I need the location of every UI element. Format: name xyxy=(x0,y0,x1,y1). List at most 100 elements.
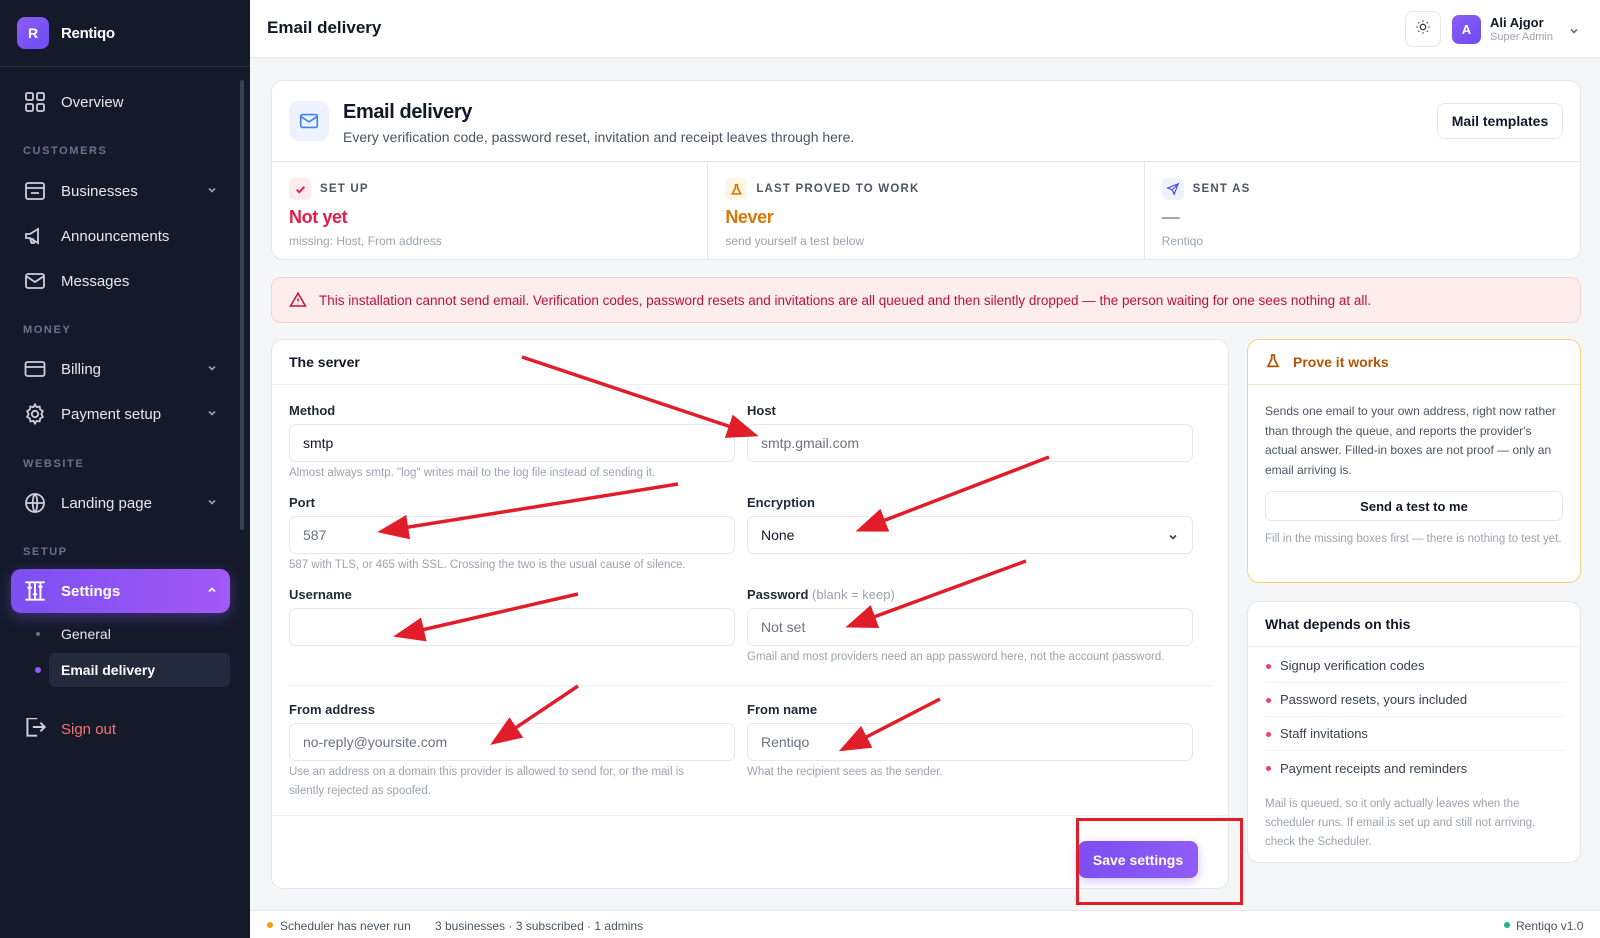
section-setup: SETUP xyxy=(23,546,68,558)
sidebar-item-overview[interactable]: Overview xyxy=(11,80,230,124)
send-icon xyxy=(1161,178,1184,200)
chevron-down-icon xyxy=(206,361,218,378)
chevron-down-icon xyxy=(1167,530,1179,546)
sidebar-item-announcements[interactable]: Announcements xyxy=(11,214,230,258)
port-input[interactable]: 587 xyxy=(289,516,735,554)
stat-label: SENT AS xyxy=(1192,183,1251,195)
stat-note: send yourself a test below xyxy=(725,234,865,248)
sidebar-item-label: Billing xyxy=(61,360,102,378)
stat-setup: SET UP Not yet missing: Host, From addre… xyxy=(272,162,709,260)
sun-icon xyxy=(1415,19,1431,40)
sidebar-item-label: Messages xyxy=(61,272,130,290)
password-label-text: Password xyxy=(747,587,809,602)
globe-icon xyxy=(22,490,48,516)
page-title: Email delivery xyxy=(267,18,382,37)
username-input[interactable] xyxy=(289,608,735,646)
port-hint: 587 with TLS, or 465 with SSL. Crossing … xyxy=(289,559,686,571)
user-name[interactable]: Ali Ajgor xyxy=(1490,15,1544,30)
from-address-hint: Use an address on a domain this provider… xyxy=(289,766,685,797)
chevron-down-icon xyxy=(206,183,218,200)
sidebar-item-payment-setup[interactable]: Payment setup xyxy=(11,392,230,436)
scheduler-status: Scheduler has never run xyxy=(280,919,411,933)
subnav-dot-active xyxy=(35,667,41,673)
method-label: Method xyxy=(289,403,336,418)
what-depends-card: What depends on this Signup verification… xyxy=(1247,601,1581,863)
subnav-dot xyxy=(36,632,40,636)
section-subtitle: Every verification code, password reset,… xyxy=(343,129,855,145)
version-dot xyxy=(1504,922,1510,928)
list-item: Password resets, yours included xyxy=(1265,683,1565,717)
sidebar-item-billing[interactable]: Billing xyxy=(11,347,230,391)
sidebar-item-label: Settings xyxy=(61,582,121,600)
stat-value: Not yet xyxy=(289,207,348,227)
username-label: Username xyxy=(289,587,352,602)
sidebar-item-label: Landing page xyxy=(61,494,152,512)
prove-it-works-card: Prove it works Sends one email to your o… xyxy=(1247,339,1581,583)
prove-note: Fill in the missing boxes first — there … xyxy=(1265,533,1562,545)
status-bar: Scheduler has never run 3 businesses · 3… xyxy=(250,910,1600,938)
encryption-select[interactable]: None xyxy=(747,516,1193,554)
brand-name: Rentiqo xyxy=(61,24,115,42)
mail-icon xyxy=(22,268,48,294)
send-test-button[interactable]: Send a test to me xyxy=(1265,491,1563,521)
from-name-input[interactable]: Rentiqo xyxy=(747,723,1193,761)
list-item: Staff invitations xyxy=(1265,717,1565,751)
stat-label: LAST PROVED TO WORK xyxy=(756,183,920,195)
stat-value: — xyxy=(1161,207,1180,227)
sidebar-subitem-general[interactable]: General xyxy=(49,617,230,651)
section-website: WEBSITE xyxy=(23,458,85,470)
stat-label: SET UP xyxy=(320,183,369,195)
logout-icon xyxy=(22,718,48,740)
sidebar-scrollbar[interactable] xyxy=(240,80,244,530)
card-title: The server xyxy=(272,340,1228,385)
mail-templates-button[interactable]: Mail templates xyxy=(1437,103,1563,139)
brand[interactable]: R Rentiqo xyxy=(0,0,250,67)
chevron-down-icon xyxy=(206,495,218,512)
counts-summary: 3 businesses · 3 subscribed · 1 admins xyxy=(435,919,644,933)
sidebar-subitem-email-delivery[interactable]: Email delivery xyxy=(49,653,230,687)
flask-icon xyxy=(725,178,748,200)
sliders-icon xyxy=(22,578,48,604)
email-delivery-header-card: Email delivery Every verification code, … xyxy=(271,80,1581,260)
sign-out-button[interactable]: Sign out xyxy=(22,718,116,740)
sidebar-item-label: Payment setup xyxy=(61,405,162,423)
credit-card-icon xyxy=(22,356,48,382)
sidebar-item-messages[interactable]: Messages xyxy=(11,259,230,303)
password-input[interactable]: Not set xyxy=(747,608,1193,646)
chevron-up-icon xyxy=(206,583,218,600)
from-name-hint: What the recipient sees as the sender. xyxy=(747,766,943,778)
password-label: Password (blank = keep) xyxy=(747,587,895,602)
list-item: Payment receipts and reminders xyxy=(1265,751,1565,785)
flask-icon xyxy=(1265,353,1281,372)
from-address-label: From address xyxy=(289,702,375,717)
card-title: What depends on this xyxy=(1248,602,1580,647)
chevron-down-icon[interactable] xyxy=(1568,24,1580,42)
host-input[interactable]: smtp.gmail.com xyxy=(747,424,1193,462)
grid-icon xyxy=(22,89,48,115)
avatar[interactable]: A xyxy=(1452,15,1481,44)
from-address-input[interactable]: no-reply@yoursite.com xyxy=(289,723,735,761)
sidebar-item-landing-page[interactable]: Landing page xyxy=(11,481,230,525)
list-item: Signup verification codes xyxy=(1265,649,1565,683)
sidebar-item-label: Businesses xyxy=(61,182,138,200)
section-money: MONEY xyxy=(23,324,72,336)
sidebar-item-label: Announcements xyxy=(61,227,170,245)
stat-value: Never xyxy=(725,207,774,227)
user-role: Super Admin xyxy=(1490,31,1553,43)
chevron-down-icon xyxy=(206,406,218,423)
depends-note: Mail is queued, so it only actually leav… xyxy=(1265,798,1536,848)
sidebar-item-label: Overview xyxy=(61,93,124,111)
theme-toggle-button[interactable] xyxy=(1405,11,1441,47)
megaphone-icon xyxy=(22,223,48,249)
sidebar-item-businesses[interactable]: Businesses xyxy=(11,169,230,213)
method-hint: Almost always smtp. "log" writes mail to… xyxy=(289,467,656,479)
status-dot xyxy=(267,922,273,928)
password-hint: Gmail and most providers need an app pas… xyxy=(747,651,1165,663)
sidebar-nav: Overview CUSTOMERS Businesses Announceme… xyxy=(0,68,240,700)
method-input[interactable]: smtp xyxy=(289,424,735,462)
mail-icon xyxy=(289,101,329,141)
sign-out-label: Sign out xyxy=(61,720,117,738)
stat-note: missing: Host, From address xyxy=(289,234,442,248)
warning-alert: This installation cannot send email. Ver… xyxy=(271,277,1581,323)
sidebar-item-settings[interactable]: Settings xyxy=(11,569,230,613)
